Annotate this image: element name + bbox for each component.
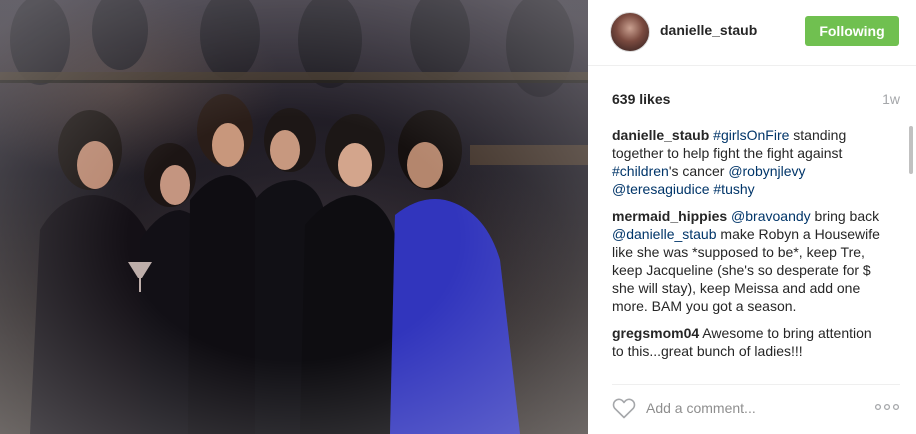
comment-username[interactable]: mermaid_hippies (612, 208, 727, 224)
comment-text: 's cancer (668, 163, 729, 179)
scrollbar-thumb[interactable] (909, 126, 913, 174)
comments-scrollbar[interactable] (909, 126, 914, 374)
likes-count[interactable]: 639 likes (612, 91, 670, 107)
likes-row: 639 likes 1w (612, 91, 900, 109)
comment-item: mermaid_hippies @bravoandy bring back @d… (612, 207, 880, 315)
ellipsis-icon[interactable] (874, 399, 900, 415)
comment-link[interactable]: #girlsOnFire (713, 127, 789, 143)
comment-text: bring back (810, 208, 880, 224)
heart-outline-icon[interactable] (612, 397, 636, 419)
photo-vignette (0, 0, 588, 434)
post-age[interactable]: 1w (882, 91, 900, 107)
comment-username[interactable]: danielle_staub (612, 127, 709, 143)
author-username[interactable]: danielle_staub (660, 22, 757, 38)
comment-link[interactable]: @bravoandy (731, 208, 811, 224)
post-header: danielle_staub Following (588, 0, 916, 66)
following-button[interactable]: Following (805, 16, 899, 46)
post-sidebar: danielle_staub Following 639 likes 1w da… (588, 0, 916, 434)
comment-link[interactable]: #tushy (713, 181, 754, 197)
comment-username[interactable]: gregsmom04 (612, 325, 699, 341)
add-comment-input[interactable] (646, 397, 846, 419)
post-photo[interactable] (0, 0, 588, 434)
comments-list: danielle_staub #girlsOnFire standing tog… (612, 126, 880, 372)
post-footer (612, 384, 900, 434)
author-avatar[interactable] (610, 12, 650, 52)
comment-item: danielle_staub #girlsOnFire standing tog… (612, 126, 880, 198)
comment-link[interactable]: #children (612, 163, 669, 179)
comment-item: gregsmom04 Awesome to bring attention to… (612, 324, 880, 360)
comment-link[interactable]: @danielle_staub (612, 226, 717, 242)
comment-link[interactable]: @robynjlevy (728, 163, 805, 179)
comment-link[interactable]: @teresagiudice (612, 181, 710, 197)
